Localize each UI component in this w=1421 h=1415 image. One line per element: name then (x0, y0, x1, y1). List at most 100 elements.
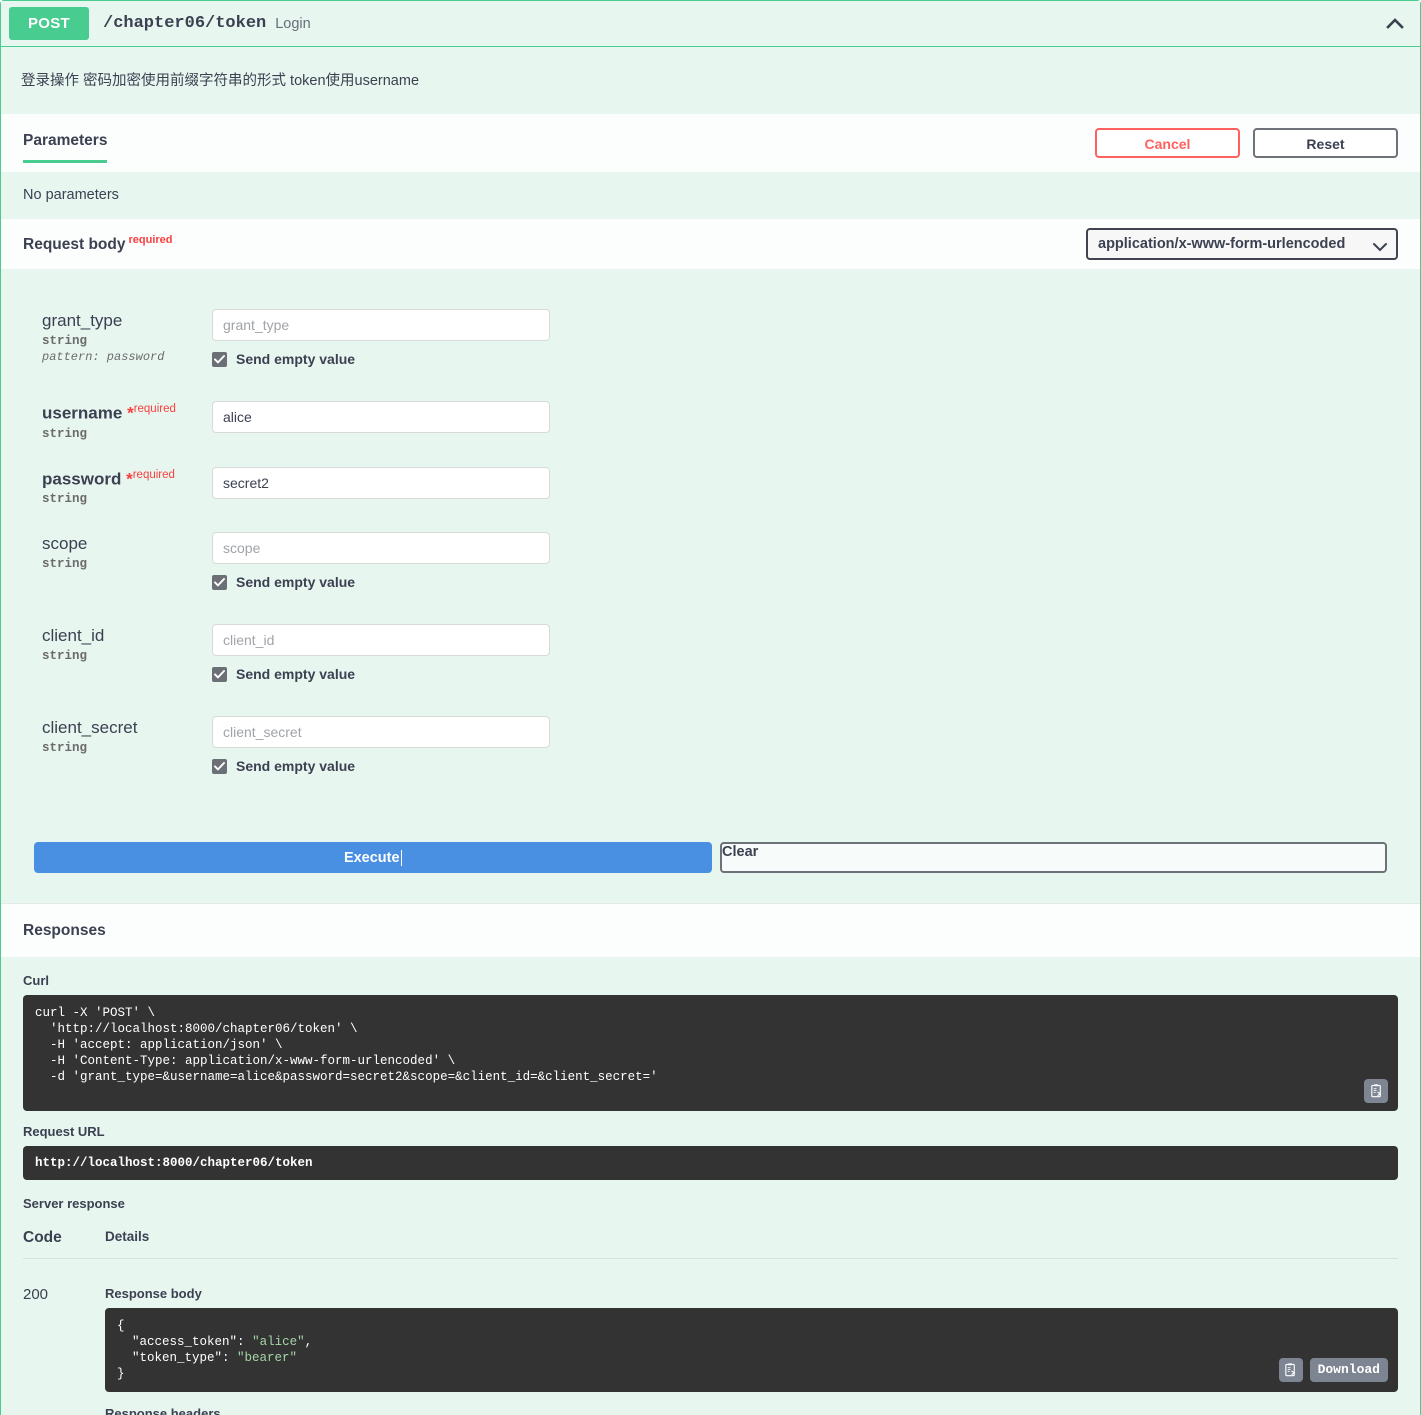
response-body-value-token-type: "bearer" (237, 1351, 298, 1366)
username-input[interactable] (212, 401, 550, 433)
field-meta-grant-type: grant_type string pattern: password (42, 309, 212, 367)
execute-button[interactable]: Execute (34, 842, 712, 874)
request-url-block: http://localhost:8000/chapter06/token (23, 1146, 1398, 1181)
field-meta-password: password *required string (42, 467, 212, 507)
chevron-up-icon[interactable] (1384, 13, 1406, 35)
field-label-password: password *required (42, 469, 212, 490)
content-type-select[interactable]: application/x-www-form-urlencoded (1086, 228, 1398, 260)
client-secret-input[interactable] (212, 716, 550, 749)
operation-path: /chapter06/token (103, 14, 267, 33)
field-label-username: username *required (42, 403, 212, 424)
field-type-password: string (42, 492, 88, 507)
client-id-input[interactable] (212, 624, 550, 657)
field-label-scope: scope (42, 534, 88, 554)
field-label-client-secret: client_secret (42, 718, 138, 738)
response-table-header: Code Details (23, 1229, 1398, 1260)
send-empty-checkbox-scope[interactable] (212, 574, 227, 590)
send-empty-checkbox-grant-type[interactable] (212, 351, 227, 367)
send-empty-checkbox-client-id[interactable] (212, 666, 227, 682)
field-row-grant-type: grant_type string pattern: password Send… (1, 309, 1420, 367)
field-input-col-password (212, 466, 1420, 507)
response-body-actions: Download (1278, 1358, 1388, 1383)
field-name-username: username (42, 403, 123, 423)
response-body-value-access-token: "alice" (252, 1335, 305, 1350)
grant-type-input[interactable] (212, 309, 550, 341)
field-row-client-id: client_id string Send empty value (1, 624, 1420, 682)
response-status-code: 200 (23, 1286, 49, 1304)
send-empty-label-client-id: Send empty value (236, 666, 356, 683)
request-body-label: Request body (23, 236, 126, 254)
clear-button[interactable]: Clear (720, 842, 1387, 874)
response-body-key-access-token: "access_token" (132, 1335, 238, 1350)
operation-summary-header[interactable]: POST /chapter06/token Login (1, 1, 1420, 46)
response-body-key-token-type: "token_type" (132, 1351, 223, 1366)
operation-description: 登录操作 密码加密使用前缀字符串的形式 token使用username (1, 46, 1420, 114)
send-empty-checkbox-client-secret[interactable] (212, 758, 227, 774)
download-button[interactable]: Download (1309, 1358, 1388, 1383)
reset-button[interactable]: Reset (1253, 128, 1398, 158)
send-empty-row-client-id[interactable]: Send empty value (212, 666, 1420, 682)
http-method-badge: POST (9, 7, 89, 40)
request-body-title: Request body required (23, 234, 173, 254)
field-meta-client-secret: client_secret string (42, 716, 212, 774)
request-body-form: grant_type string pattern: password Send… (1, 269, 1420, 819)
request-url-text: http://localhost:8000/chapter06/token (35, 1156, 313, 1171)
send-empty-label-grant-type: Send empty value (236, 351, 356, 367)
field-label-grant-type: grant_type (42, 311, 123, 330)
password-input[interactable] (212, 466, 550, 499)
send-empty-label-client-secret: Send empty value (236, 758, 356, 775)
required-label-password: required (132, 468, 175, 481)
cancel-button[interactable]: Cancel (1095, 128, 1240, 158)
send-empty-row-client-secret[interactable]: Send empty value (212, 758, 1420, 774)
response-body-brace-open: { (117, 1319, 125, 1334)
field-type-client-secret: string (42, 741, 88, 756)
response-details-cell: Response body { "access_token": "alice",… (105, 1286, 1398, 1415)
field-pattern-grant-type: pattern: password (42, 350, 165, 365)
response-headers-label: Response headers (105, 1406, 221, 1415)
tab-parameters[interactable]: Parameters (23, 132, 108, 163)
field-label-client-id: client_id (42, 626, 105, 646)
field-type-scope: string (42, 557, 88, 572)
field-type-client-id: string (42, 649, 88, 664)
field-meta-username: username *required string (42, 401, 212, 441)
response-body-brace-close: } (117, 1367, 125, 1382)
server-response-label: Server response (23, 1196, 125, 1212)
copy-to-clipboard-icon[interactable] (1364, 1079, 1388, 1104)
required-asterisk-password: * (126, 469, 133, 489)
copy-to-clipboard-icon[interactable] (1278, 1358, 1303, 1383)
send-empty-label-scope: Send empty value (236, 574, 356, 591)
content-type-select-wrapper: application/x-www-form-urlencoded (1086, 228, 1398, 260)
request-body-header: Request body required application/x-www-f… (1, 219, 1420, 269)
column-header-code: Code (23, 1229, 62, 1247)
send-empty-row-grant-type[interactable]: Send empty value (212, 351, 1420, 367)
field-row-scope: scope string Send empty value (1, 532, 1420, 590)
field-meta-scope: scope string (42, 532, 212, 590)
response-body-block: { "access_token": "alice", "token_type":… (105, 1308, 1398, 1393)
field-row-password: password *required string (1, 466, 1420, 507)
responses-heading: Responses (1, 903, 1420, 958)
scope-input[interactable] (212, 532, 550, 565)
required-asterisk-username: * (127, 403, 134, 423)
swagger-operation-page: POST /chapter06/token Login 登录操作 密码加密使用前… (0, 0, 1421, 1415)
no-parameters-text: No parameters (1, 172, 1420, 219)
responses-body: Curl curl -X 'POST' \ 'http://localhost:… (1, 957, 1420, 1415)
send-empty-row-scope[interactable]: Send empty value (212, 574, 1420, 590)
parameter-action-buttons: Cancel Reset (1095, 128, 1398, 158)
curl-label: Curl (23, 973, 49, 989)
field-input-col-username (212, 401, 1420, 441)
field-input-col-grant-type: Send empty value (212, 309, 1420, 367)
field-type-username: string (42, 426, 88, 441)
text-caret (400, 849, 403, 866)
execute-actions-row: Execute Clear (1, 818, 1420, 904)
request-body-required-label: required (128, 233, 173, 246)
field-row-username: username *required string (1, 401, 1420, 441)
field-input-col-scope: Send empty value (212, 532, 1420, 590)
curl-code-block: curl -X 'POST' \ 'http://localhost:8000/… (23, 995, 1398, 1112)
field-name-password: password (42, 469, 122, 489)
operation-summary-text: Login (275, 15, 311, 32)
server-response-table: Code Details 200 Response body { "access… (23, 1229, 1398, 1415)
curl-command-text: curl -X 'POST' \ 'http://localhost:8000/… (35, 1006, 658, 1085)
field-row-client-secret: client_secret string Send empty value (1, 716, 1420, 774)
field-type-grant-type: string (42, 334, 88, 349)
parameters-header: Parameters Cancel Reset (1, 114, 1420, 172)
